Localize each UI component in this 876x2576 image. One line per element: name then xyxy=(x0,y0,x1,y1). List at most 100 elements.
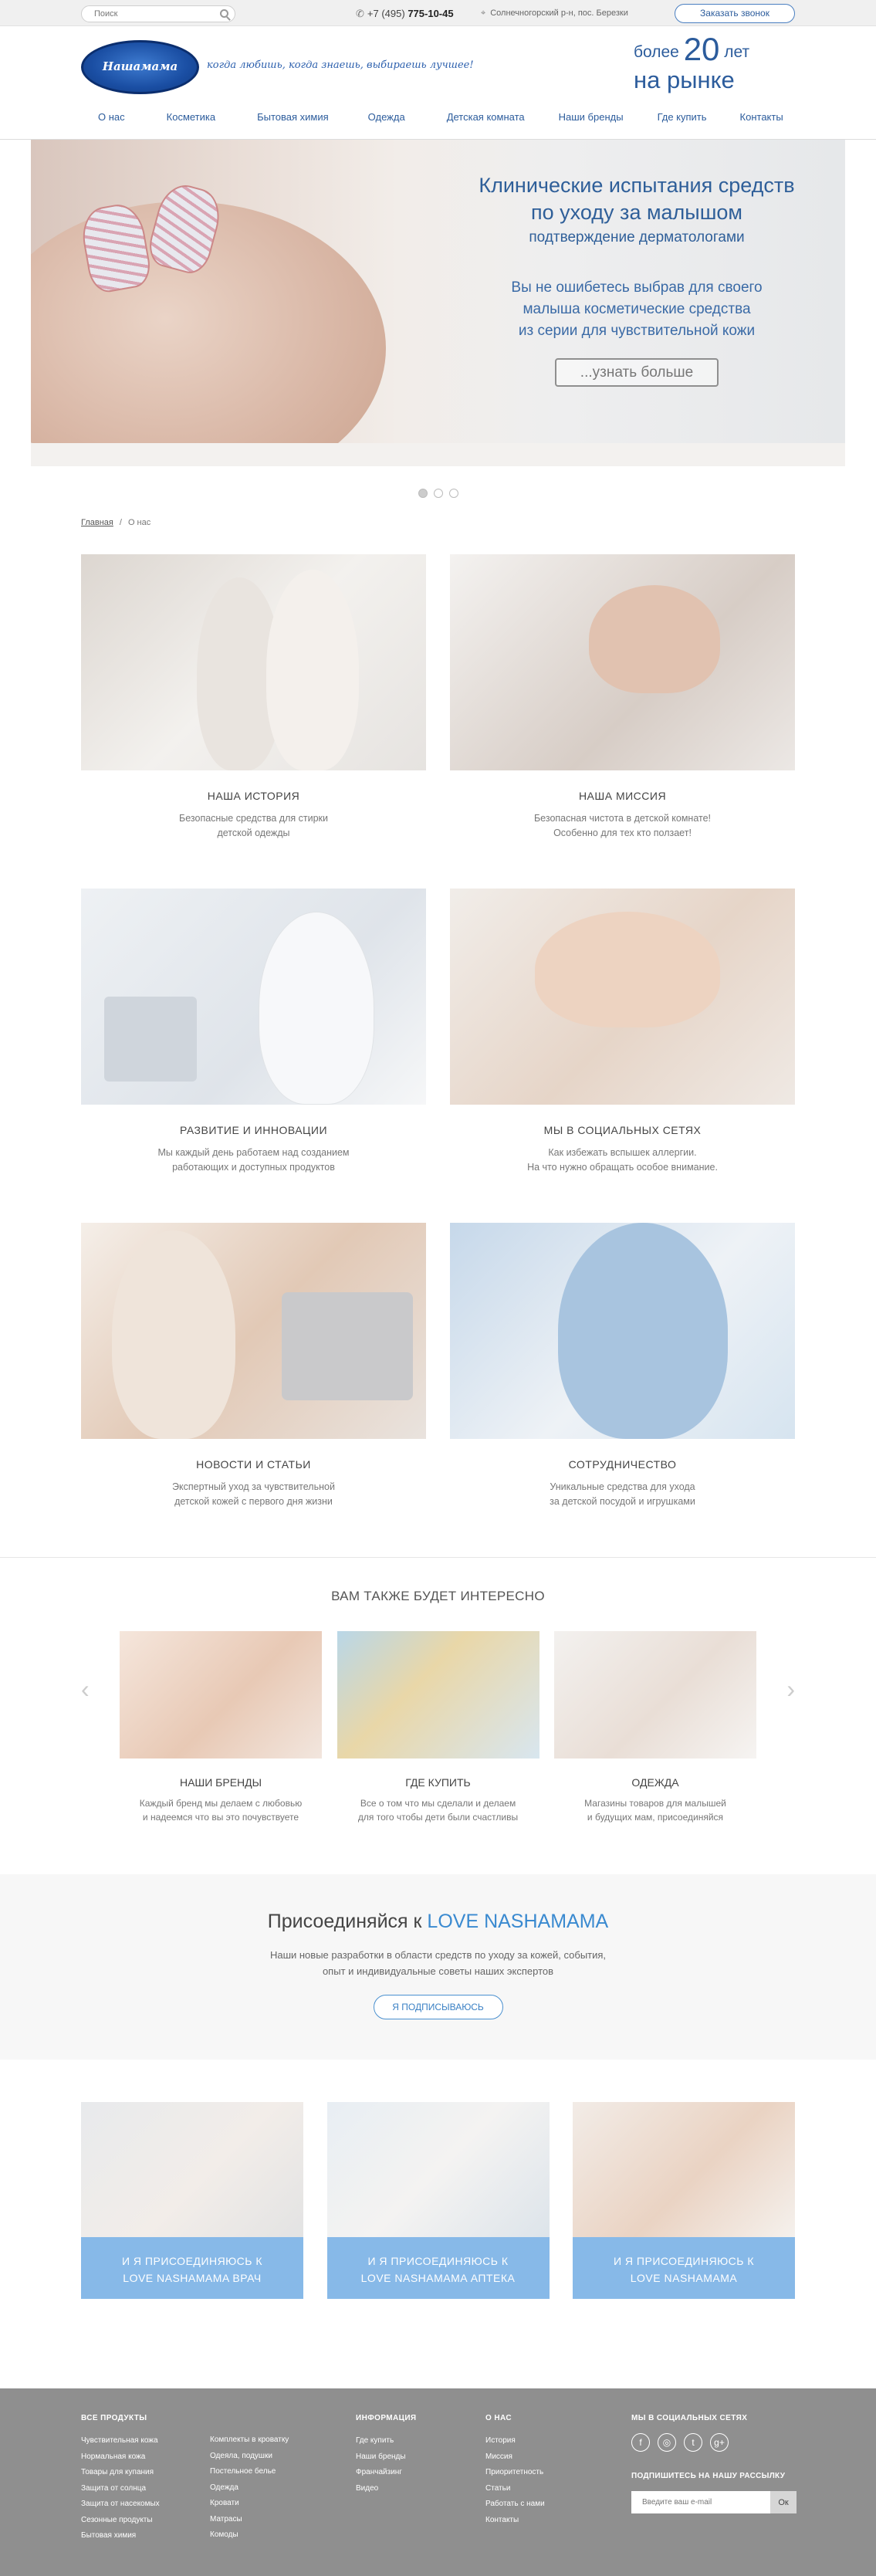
footer-link[interactable]: Статьи xyxy=(485,2481,545,2497)
footer-link[interactable]: Кровати xyxy=(210,2496,289,2512)
instagram-icon[interactable]: ◎ xyxy=(658,2433,676,2452)
address: ⌖ Солнечногорский р-н, пос. Березки xyxy=(481,8,628,19)
nav-item-cosmetics[interactable]: Косметика xyxy=(167,111,215,123)
tile-desc-line2: На что нужно обращать особое внимание. xyxy=(527,1162,718,1173)
years-number: 20 xyxy=(683,31,720,67)
footer-link[interactable]: Миссия xyxy=(485,2449,545,2466)
tile-desc-line2: детской кожей с первого дня жизни xyxy=(174,1496,333,1507)
footer-link[interactable]: Комплекты в кроватку xyxy=(210,2432,289,2449)
footer-link[interactable]: Матрасы xyxy=(210,2512,289,2528)
card-line2: LOVE NASHAMAMA ВРАЧ xyxy=(123,2272,262,2284)
footer-link[interactable]: Бытовая химия xyxy=(81,2528,160,2544)
breadcrumb-current: О нас xyxy=(127,518,151,527)
slider-dot-3[interactable] xyxy=(448,489,458,498)
footer-link[interactable]: Защита от насекомых xyxy=(81,2496,160,2513)
tile-desc-line2: работающих и доступных продуктов xyxy=(172,1162,335,1173)
footer-link[interactable]: Приоритетность xyxy=(485,2465,545,2481)
phone-number[interactable]: ✆ +7 (495) 775-10-45 xyxy=(356,8,454,20)
address-text: Солнечногорский р-н, пос. Березки xyxy=(490,8,628,18)
tile-title: НОВОСТИ И СТАТЬИ xyxy=(196,1458,311,1471)
tile-news[interactable]: НОВОСТИ И СТАТЬИ Экспертный уход за чувс… xyxy=(81,1223,426,1509)
slider-dot-1[interactable] xyxy=(418,489,428,498)
footer-link[interactable]: Видео xyxy=(356,2481,417,2497)
learn-more-button[interactable]: ...узнать больше xyxy=(555,358,719,387)
nav-item-kids-room[interactable]: Детская комната xyxy=(447,111,525,123)
join-card-doctor[interactable]: И Я ПРИСОЕДИНЯЮСЬ К LOVE NASHAMAMA ВРАЧ xyxy=(81,2102,303,2349)
footer-link[interactable]: Защита от солнца xyxy=(81,2481,160,2497)
mother-kissing-baby-photo xyxy=(450,554,795,770)
join-card-mother[interactable]: И Я ПРИСОЕДИНЯЮСЬ К LOVE NASHAMAMA xyxy=(573,2102,795,2349)
footer-link[interactable]: Чувствительная кожа xyxy=(81,2433,160,2449)
nav-item-household[interactable]: Бытовая химия xyxy=(257,111,329,123)
join-cards: И Я ПРИСОЕДИНЯЮСЬ К LOVE NASHAMAMA ВРАЧ И… xyxy=(81,2102,795,2349)
subscribe-button[interactable]: Я ПОДПИСЫВАЮСЬ xyxy=(373,1995,503,2019)
baby-hat-photo xyxy=(554,1631,756,1759)
carousel-prev-arrow-icon[interactable]: ‹ xyxy=(81,1674,96,1704)
slogan: когда любишь, когда знаешь, выбираешь лу… xyxy=(207,59,474,71)
logo[interactable]: Нашамама xyxy=(81,40,199,94)
card-band: И Я ПРИСОЕДИНЯЮСЬ К LOVE NASHAMAMA АПТЕКА xyxy=(326,2237,550,2299)
footer-link[interactable]: Товары для купания xyxy=(81,2465,160,2481)
nav-item-brands[interactable]: Наши бренды xyxy=(559,111,624,123)
footer-link[interactable]: Контакты xyxy=(485,2513,545,2529)
tile-social[interactable]: МЫ В СОЦИАЛЬНЫХ СЕТЯХ Как избежать вспыш… xyxy=(450,889,795,1175)
footer-link[interactable]: Наши бренды xyxy=(356,2449,417,2466)
breadcrumb-home[interactable]: Главная xyxy=(81,518,113,527)
footer-link[interactable]: Одежда xyxy=(210,2480,289,2496)
nav-item-where-to-buy[interactable]: Где купить xyxy=(658,111,707,123)
join-section: Присоединяйся к LOVE NASHAMAMA Наши новы… xyxy=(0,1874,876,2060)
tile-title: РАЗВИТИЕ И ИННОВАЦИИ xyxy=(179,1124,328,1136)
phone-main: 775-10-45 xyxy=(408,8,454,19)
search-input[interactable] xyxy=(82,6,213,22)
tumblr-icon[interactable]: t xyxy=(684,2433,702,2452)
footer-link[interactable]: Комоды xyxy=(210,2527,289,2544)
card-band: И Я ПРИСОЕДИНЯЮСЬ К LOVE NASHAMAMA xyxy=(573,2237,795,2299)
years-badge: более 20 лет на рынке xyxy=(634,31,749,94)
footer-heading: ВСЕ ПРОДУКТЫ xyxy=(81,2414,147,2422)
footer-link[interactable]: История xyxy=(485,2433,545,2449)
join-card-pharmacy[interactable]: И Я ПРИСОЕДИНЯЮСЬ К LOVE NASHAMAMA АПТЕКА xyxy=(326,2102,550,2349)
nav-item-about[interactable]: О нас xyxy=(98,111,125,123)
tile-mission[interactable]: НАША МИССИЯ Безопасная чистота в детской… xyxy=(450,554,795,841)
nav-item-contacts[interactable]: Контакты xyxy=(740,111,783,123)
carousel-item-desc-line2: для того чтобы дети были счастливы xyxy=(357,1812,519,1823)
carousel-item-desc-line1: Все о том что мы сделали и делаем xyxy=(360,1798,516,1809)
footer-about: О НАС История Миссия Приоритетность Стат… xyxy=(485,2414,545,2528)
carousel-item-title: ОДЕЖДА xyxy=(631,1776,679,1789)
footer-social: МЫ В СОЦИАЛЬНЫХ СЕТЯХ f ◎ t g+ ПОДПИШИТЕ… xyxy=(631,2414,797,2513)
tile-partnership[interactable]: СОТРУДНИЧЕСТВО Уникальные средства для у… xyxy=(450,1223,795,1509)
carousel-item-where-to-buy[interactable]: ГДЕ КУПИТЬ Все о том что мы сделали и де… xyxy=(337,1631,539,1824)
nav-item-clothes[interactable]: Одежда xyxy=(368,111,405,123)
carousel-item-brands[interactable]: НАШИ БРЕНДЫ Каждый бренд мы делаем с люб… xyxy=(120,1631,322,1824)
footer-link[interactable]: Где купить xyxy=(356,2433,417,2449)
carousel-next-arrow-icon[interactable]: › xyxy=(780,1674,795,1704)
tile-desc-line2: за детской посудой и игрушками xyxy=(550,1496,695,1507)
footer-link[interactable]: Франчайзинг xyxy=(356,2465,417,2481)
footer-link[interactable]: Нормальная кожа xyxy=(81,2449,160,2466)
tile-history[interactable]: НАША ИСТОРИЯ Безопасные средства для сти… xyxy=(81,554,426,841)
facebook-icon[interactable]: f xyxy=(631,2433,650,2452)
shopping-mother-photo xyxy=(337,1631,539,1759)
subscribe-ok-button[interactable]: Ок xyxy=(770,2491,797,2513)
carousel-item-clothes[interactable]: ОДЕЖДА Магазины товаров для малышей и буд… xyxy=(554,1631,756,1824)
phone-prefix: +7 (495) xyxy=(367,8,405,19)
pharmacist-photo xyxy=(326,2102,550,2237)
footer-heading: МЫ В СОЦИАЛЬНЫХ СЕТЯХ xyxy=(631,2414,748,2422)
tile-innovation[interactable]: РАЗВИТИЕ И ИННОВАЦИИ Мы каждый день рабо… xyxy=(81,889,426,1175)
footer-link[interactable]: Одеяла, подушки xyxy=(210,2449,289,2465)
handshake-photo xyxy=(450,1223,795,1439)
tile-desc-line2: Особенно для тех кто ползает! xyxy=(553,828,692,838)
footer-link[interactable]: Постельное белье xyxy=(210,2464,289,2480)
footer-link[interactable]: Сезонные продукты xyxy=(81,2513,160,2529)
search-box[interactable] xyxy=(81,5,235,22)
email-field[interactable] xyxy=(631,2491,770,2513)
callback-button[interactable]: Заказать звонок xyxy=(675,4,795,23)
google-plus-icon[interactable]: g+ xyxy=(710,2433,729,2452)
hero-title-line1: Клинические испытания средств xyxy=(479,174,795,197)
footer-link[interactable]: Работать с нами xyxy=(485,2496,545,2513)
search-icon[interactable] xyxy=(220,9,228,18)
card-line2: LOVE NASHAMAMA АПТЕКА xyxy=(360,2272,516,2284)
doctors-photo xyxy=(81,2102,303,2237)
top-bar: ✆+7 (495) 775-10-45 ⌖ Солнечногорский р-н… xyxy=(0,0,876,26)
slider-dot-2[interactable] xyxy=(433,489,443,498)
